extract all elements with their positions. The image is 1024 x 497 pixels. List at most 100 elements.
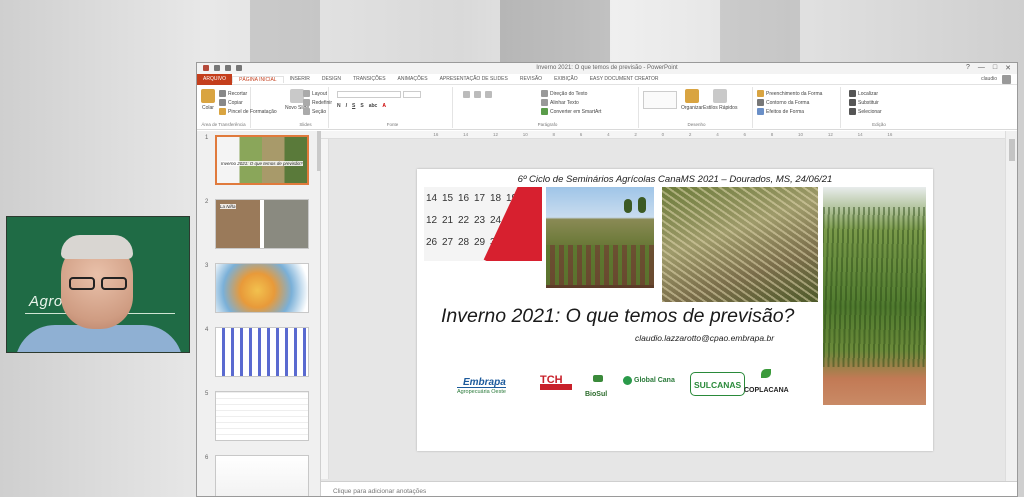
find-button[interactable]: Localizar (849, 90, 878, 97)
smartart-button[interactable]: Converter em SmartArt (541, 108, 601, 115)
quick-styles-button[interactable]: Estilos Rápidos (703, 89, 737, 111)
select-button[interactable]: Selecionar (849, 108, 882, 115)
arrange-button[interactable]: Organizar (681, 89, 703, 111)
paste-button[interactable]: Colar (201, 89, 215, 111)
group-label: Fonte (386, 122, 399, 127)
layout-button[interactable]: Layout (303, 90, 327, 97)
shadow-icon[interactable]: S (360, 103, 363, 109)
calendar-number: 15 (442, 193, 454, 204)
scroll-thumb[interactable] (1009, 139, 1015, 161)
bullets-icon[interactable] (463, 91, 470, 98)
tab-anima-es[interactable]: ANIMAÇÕES (392, 76, 434, 82)
slide-thumbnail-3[interactable]: 3 (201, 263, 313, 315)
numbering-icon[interactable] (474, 91, 481, 98)
minimize-button[interactable]: — (978, 64, 985, 72)
indent-icon[interactable] (485, 91, 492, 98)
search-icon (849, 90, 856, 97)
italic-icon[interactable]: I (346, 103, 347, 109)
bold-icon[interactable]: N (337, 103, 341, 109)
avatar[interactable] (1002, 75, 1011, 84)
group-label: Área de Transferência (201, 122, 246, 127)
thumbnail-number: 2 (205, 199, 209, 205)
shape-format-group: Preenchimento da Forma Contorno da Forma… (753, 87, 841, 128)
straw-photo (662, 187, 818, 302)
replace-button[interactable]: Substituir (849, 99, 879, 106)
shape-outline-button[interactable]: Contorno da Forma (757, 99, 809, 106)
thumbnail-preview (215, 327, 309, 377)
thumbnail-number: 3 (205, 263, 209, 269)
calendar-number: 29 (474, 237, 486, 248)
outline-icon (757, 99, 764, 106)
align-text-button[interactable]: Alinhar Texto (541, 99, 579, 106)
maximize-button[interactable]: □ (993, 64, 997, 72)
tab-p-gina-inicial[interactable]: PÁGINA INICIAL (232, 75, 284, 83)
font-format-buttons: N I S S abc A (337, 103, 386, 109)
tab-design[interactable]: DESIGN (316, 76, 347, 82)
tab-transi-es[interactable]: TRANSIÇÕES (347, 76, 392, 82)
shapes-gallery[interactable] (643, 91, 677, 109)
help-button[interactable]: ? (966, 64, 970, 72)
vertical-ruler (321, 139, 329, 479)
presenter-shirt (15, 325, 183, 352)
notes-pane[interactable]: Clique para adicionar anotações (321, 481, 1017, 496)
smartart-label: Converter em SmartArt (550, 108, 602, 115)
biosul-leaf-icon (593, 375, 603, 382)
section-button[interactable]: Seção (303, 108, 326, 115)
webcam-feed: Agro Oeste (6, 216, 190, 353)
calendar-number: 23 (474, 215, 486, 226)
presenter-hair (61, 235, 133, 259)
select-label: Selecionar (858, 108, 882, 115)
clipboard-group: Colar Recortar Copiar Pincel de Formataç… (197, 87, 277, 128)
coplacana-leaf-icon (761, 369, 772, 378)
current-slide[interactable]: 6º Ciclo de Seminários Agrícolas CanaMS … (417, 169, 933, 451)
cut-button[interactable]: Recortar (219, 90, 247, 97)
group-label: Desenho (687, 122, 706, 127)
tab-revis-o[interactable]: REVISÃO (514, 76, 548, 82)
slide-email: claudio.lazzarotto@cpao.embrapa.br (635, 333, 775, 343)
close-button[interactable]: ✕ (1005, 64, 1011, 72)
section-label: Seção (312, 108, 327, 115)
slide-thumbnail-4[interactable]: 4 (201, 327, 313, 379)
presenter-glasses (67, 277, 131, 291)
format-painter-button[interactable]: Pincel de Formatação (219, 108, 277, 115)
copy-button[interactable]: Copiar (219, 99, 243, 106)
shape-fill-button[interactable]: Preenchimento da Forma (757, 90, 822, 97)
font-name-select[interactable] (337, 91, 401, 98)
slide-thumbnail-6[interactable]: 6 (201, 455, 313, 496)
user-name[interactable]: claudio (981, 76, 997, 82)
text-direction-label: Direção do Texto (550, 90, 588, 97)
biosul-logo: BioSul (585, 375, 607, 401)
calendar-number: 18 (490, 193, 502, 204)
thumbnail-number: 6 (205, 455, 209, 461)
tab-inserir[interactable]: INSERIR (284, 76, 316, 82)
section-icon (303, 108, 310, 115)
calendar-number: 17 (474, 193, 486, 204)
slide-thumbnail-5[interactable]: 5 (201, 391, 313, 443)
tab-apresenta-o-de-slides[interactable]: APRESENTAÇÃO DE SLIDES (434, 76, 514, 82)
text-direction-button[interactable]: Direção do Texto (541, 90, 587, 97)
thumbnail-caption: La Niña (220, 204, 236, 209)
title-bar: Inverno 2021: O que temos de previsão - … (197, 63, 1017, 74)
sugarcane-photo (823, 187, 926, 405)
slide-thumbnail-1[interactable]: 1 Inverno 2021: O que temos de previsão? (201, 135, 313, 187)
shape-effects-button[interactable]: Efeitos de Forma (757, 108, 804, 115)
tab-exibi-o[interactable]: EXIBIÇÃO (548, 76, 584, 82)
effects-icon (757, 108, 764, 115)
editing-group: Localizar Substituir Selecionar Edição (843, 87, 915, 128)
tab-easy-document-creator[interactable]: Easy Document Creator (584, 76, 665, 82)
font-color-icon[interactable]: A (382, 103, 386, 109)
tab-arquivo[interactable]: ARQUIVO (197, 73, 233, 85)
underline-icon[interactable]: S (352, 103, 355, 109)
thumbnail-preview (215, 391, 309, 441)
tch-logo: TCH (540, 370, 572, 390)
replace-label: Substituir (858, 99, 879, 106)
powerpoint-window: Inverno 2021: O que temos de previsão - … (196, 62, 1018, 497)
vertical-scrollbar[interactable] (1005, 131, 1017, 481)
font-size-select[interactable] (403, 91, 421, 98)
reset-button[interactable]: Redefinir (303, 99, 332, 106)
slide-thumbnail-2[interactable]: 2 La Niña (201, 199, 313, 251)
strikethrough-icon[interactable]: abc (369, 103, 378, 109)
layout-label: Layout (312, 90, 328, 97)
thumbnail-preview (215, 455, 309, 496)
field-photo (546, 187, 654, 288)
